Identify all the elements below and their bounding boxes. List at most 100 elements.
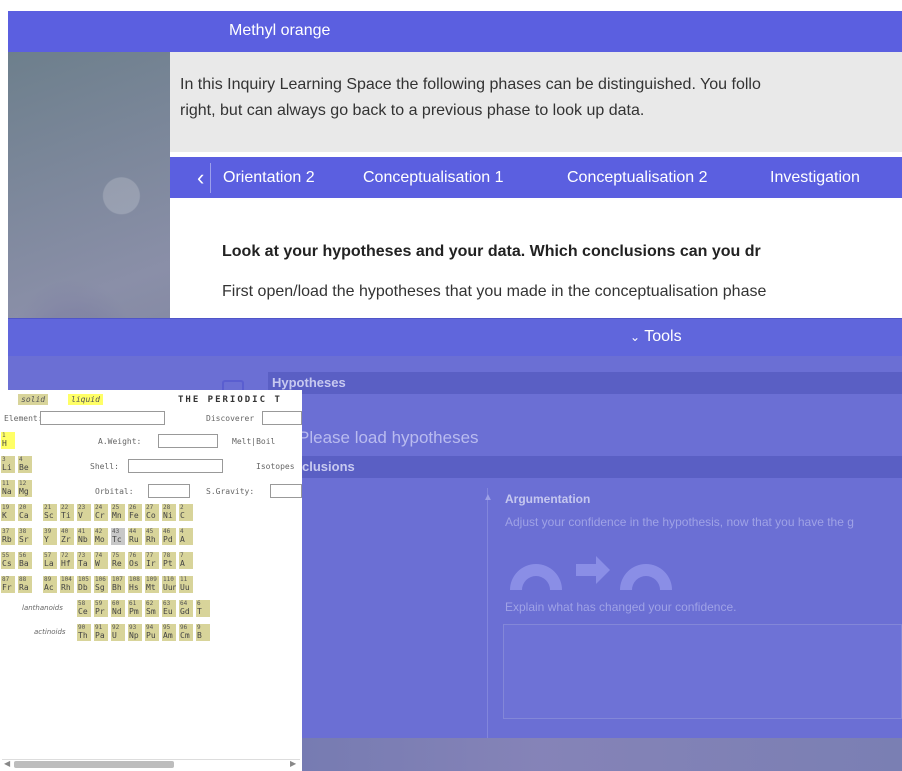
element-cell[interactable]: 4A xyxy=(178,527,194,546)
element-field[interactable] xyxy=(40,411,165,425)
element-cell[interactable]: 96 Cm xyxy=(178,623,194,642)
hypotheses-empty-message: Please load hypotheses xyxy=(298,428,479,447)
tab-orientation-2[interactable]: Orientation 2 xyxy=(223,169,315,187)
element-cell[interactable]: 19 K xyxy=(0,503,16,522)
element-cell[interactable]: 59 Pr xyxy=(93,599,109,618)
tools-toggle-bar[interactable] xyxy=(8,318,902,356)
element-cell[interactable]: 57 La xyxy=(42,551,58,570)
element-cell[interactable]: 3 Li xyxy=(0,455,16,474)
orbital-label: Orbital: xyxy=(95,487,134,496)
element-cell[interactable]: 105 Db xyxy=(76,575,92,594)
element-cell[interactable]: 78 Pt xyxy=(161,551,177,570)
discoverer-field[interactable] xyxy=(262,411,302,425)
scroll-right-icon[interactable]: ▶ xyxy=(290,759,296,768)
element-cell[interactable]: 64 Gd xyxy=(178,599,194,618)
periodic-table-panel: solid liquid THE PERIODIC T Element: Dis… xyxy=(0,390,302,771)
element-cell[interactable]: 12 Mg xyxy=(17,479,33,498)
legend-liquid: liquid xyxy=(68,394,103,405)
element-cell[interactable]: 37 Rb xyxy=(0,527,16,546)
element-cell[interactable]: 55 Cs xyxy=(0,551,16,570)
element-cell[interactable]: 9B xyxy=(195,623,211,642)
chevron-left-icon[interactable]: ‹ xyxy=(197,163,211,193)
element-cell[interactable]: 104 Rh xyxy=(59,575,75,594)
shell-field[interactable] xyxy=(128,459,223,473)
element-cell[interactable]: 109 Mt xyxy=(144,575,160,594)
element-cell[interactable]: 61 Pm xyxy=(127,599,143,618)
element-cell[interactable]: 94 Pu xyxy=(144,623,160,642)
tab-investigation[interactable]: Investigation xyxy=(770,169,860,187)
element-cell[interactable]: 89 Ac xyxy=(42,575,58,594)
element-cell[interactable]: 95 Am xyxy=(161,623,177,642)
explain-textarea[interactable] xyxy=(503,624,902,719)
element-cell[interactable]: 41 Nb xyxy=(76,527,92,546)
element-cell[interactable]: 107 Bh xyxy=(110,575,126,594)
element-cell[interactable]: 60 Nd xyxy=(110,599,126,618)
element-cell[interactable]: 45 Rh xyxy=(144,527,160,546)
element-cell[interactable]: 26 Fe xyxy=(127,503,143,522)
page-title: Methyl orange xyxy=(229,22,331,39)
confidence-after-gauge[interactable] xyxy=(620,564,672,590)
arrow-right-icon xyxy=(576,556,610,584)
tab-conceptualisation-2[interactable]: Conceptualisation 2 xyxy=(567,169,708,187)
element-cell[interactable]: 110 Uun xyxy=(161,575,177,594)
element-cell[interactable]: 74 W xyxy=(93,551,109,570)
element-cell[interactable]: 76 Os xyxy=(127,551,143,570)
element-cell[interactable]: 90 Th xyxy=(76,623,92,642)
element-cell[interactable]: 23 V xyxy=(76,503,92,522)
scroll-up-icon[interactable]: ▲ xyxy=(483,492,493,503)
legend-solid: solid xyxy=(18,394,49,405)
element-cell[interactable]: 11 Uu xyxy=(178,575,194,594)
discoverer-label: Discoverer xyxy=(206,414,255,423)
element-cell[interactable]: 11 Na xyxy=(0,479,16,498)
element-cell[interactable]: 24 Cr xyxy=(93,503,109,522)
element-cell[interactable]: 6T xyxy=(195,599,211,618)
actinoids-label: actinoids xyxy=(34,628,66,636)
tools-toggle-label[interactable]: ⌄ Tools xyxy=(630,328,682,346)
element-cell[interactable]: 58 Ce xyxy=(76,599,92,618)
atomic-weight-field[interactable] xyxy=(158,434,218,448)
element-cell[interactable]: 38 Sr xyxy=(17,527,33,546)
element-cell[interactable]: 46 Pd xyxy=(161,527,177,546)
element-cell[interactable]: 1H xyxy=(0,431,16,450)
element-cell[interactable]: 108 Hs xyxy=(127,575,143,594)
element-cell[interactable]: 77 Ir xyxy=(144,551,160,570)
scroll-left-icon[interactable]: ◀ xyxy=(4,759,10,768)
argumentation-hint: Adjust your confidence in the hypothesis… xyxy=(505,515,854,529)
lanthanoids-label: lanthanoids xyxy=(22,604,63,612)
element-cell[interactable]: 20 Ca xyxy=(17,503,33,522)
element-cell[interactable]: 44 Ru xyxy=(127,527,143,546)
confidence-before-gauge[interactable] xyxy=(510,564,562,590)
element-cell[interactable]: 43 Tc xyxy=(110,527,126,546)
element-cell[interactable]: 4 Be xyxy=(17,455,33,474)
tab-conceptualisation-1[interactable]: Conceptualisation 1 xyxy=(363,169,504,187)
conclusions-list xyxy=(300,488,488,738)
element-cell[interactable]: 88 Ra xyxy=(17,575,33,594)
element-cell[interactable]: 91 Pa xyxy=(93,623,109,642)
element-cell[interactable]: 106 Sg xyxy=(93,575,109,594)
element-cell[interactable]: 27 Co xyxy=(144,503,160,522)
element-cell[interactable]: 25 Mn xyxy=(110,503,126,522)
element-cell[interactable]: 63 Eu xyxy=(161,599,177,618)
element-cell[interactable]: 87 Fr xyxy=(0,575,16,594)
decorative-background-strip xyxy=(300,738,902,771)
intro-text: In this Inquiry Learning Space the follo… xyxy=(180,72,902,124)
orbital-field[interactable] xyxy=(148,484,190,498)
element-cell[interactable]: 39 Y xyxy=(42,527,58,546)
element-cell[interactable]: 62 Sm xyxy=(144,599,160,618)
element-cell[interactable]: 21 Sc xyxy=(42,503,58,522)
element-cell[interactable]: 22 Ti xyxy=(59,503,75,522)
element-cell[interactable]: 28 Ni xyxy=(161,503,177,522)
element-cell[interactable]: 72 Hf xyxy=(59,551,75,570)
element-cell[interactable]: 42 Mo xyxy=(93,527,109,546)
scrollbar-thumb[interactable] xyxy=(14,761,174,768)
element-cell[interactable]: 75 Re xyxy=(110,551,126,570)
element-cell[interactable]: 73 Ta xyxy=(76,551,92,570)
element-cell[interactable]: 93 Np xyxy=(127,623,143,642)
tools-label: Tools xyxy=(644,328,682,345)
element-cell[interactable]: 2C xyxy=(178,503,194,522)
element-cell[interactable]: 92 U xyxy=(110,623,126,642)
element-cell[interactable]: 56 Ba xyxy=(17,551,33,570)
element-cell[interactable]: 40 Zr xyxy=(59,527,75,546)
specific-gravity-field[interactable] xyxy=(270,484,302,498)
element-cell[interactable]: 7A xyxy=(178,551,194,570)
